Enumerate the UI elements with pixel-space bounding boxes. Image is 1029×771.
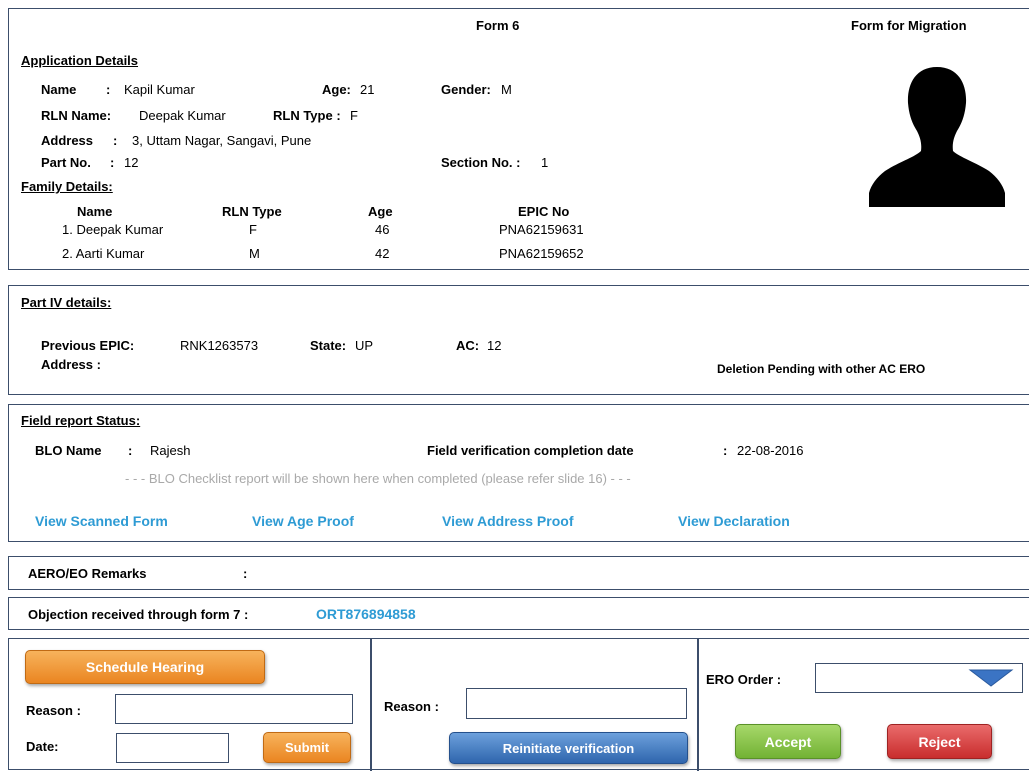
state-value: UP — [355, 338, 374, 353]
chevron-down-icon[interactable] — [968, 668, 1014, 688]
blo-name-label: BLO Name — [35, 443, 102, 458]
family-col-age: Age — [368, 204, 393, 219]
gender-value: M — [501, 82, 512, 97]
part-sep: : — [110, 155, 115, 170]
family-row-1-name: 1. Deepak Kumar — [62, 222, 164, 237]
age-value: 21 — [360, 82, 375, 97]
reinitiate-reason-input[interactable] — [466, 688, 687, 719]
family-row-2-name: 2. Aarti Kumar — [62, 246, 145, 261]
remarks-panel: AERO/EO Remarks : — [8, 556, 1029, 590]
blo-name-sep: : — [128, 443, 133, 458]
objection-label: Objection received through form 7 : — [28, 607, 249, 622]
application-heading: Application Details — [21, 53, 139, 68]
name-label: Name — [41, 82, 77, 97]
actions-panel: Schedule Hearing Reason : Date: Submit R… — [8, 638, 1029, 771]
gender-label: Gender: — [441, 82, 491, 97]
form-title: Form for Migration — [851, 18, 967, 33]
age-label: Age: — [322, 82, 351, 97]
completion-date-sep: : — [723, 443, 728, 458]
family-row-2-age: 42 — [375, 246, 390, 261]
family-col-rln-type: RLN Type — [222, 204, 282, 219]
accept-button[interactable]: Accept — [735, 724, 841, 759]
name-sep: : — [106, 82, 111, 97]
application-panel: Form 6 Form for Migration Application De… — [8, 8, 1029, 270]
part4-heading: Part IV details: — [21, 295, 112, 310]
ero-order-select[interactable] — [815, 663, 1023, 693]
actions-divider-2 — [697, 639, 699, 771]
family-col-name: Name — [77, 204, 113, 219]
view-address-proof-link[interactable]: View Address Proof — [442, 513, 573, 529]
form-number: Form 6 — [476, 18, 520, 33]
person-silhouette-icon — [867, 59, 1007, 207]
field-report-panel: Field report Status: BLO Name : Rajesh F… — [8, 404, 1029, 542]
ac-label: AC: — [456, 338, 480, 353]
schedule-hearing-button[interactable]: Schedule Hearing — [25, 650, 265, 684]
view-age-proof-link[interactable]: View Age Proof — [252, 513, 354, 529]
remarks-label: AERO/EO Remarks — [28, 566, 147, 581]
hearing-reason-label: Reason : — [26, 703, 81, 718]
reinitiate-reason-label: Reason : — [384, 699, 439, 714]
view-scanned-form-link[interactable]: View Scanned Form — [35, 513, 168, 529]
actions-divider-1 — [370, 639, 372, 771]
completion-date-value: 22-08-2016 — [737, 443, 804, 458]
deletion-status-note: Deletion Pending with other AC ERO — [717, 362, 926, 376]
prev-epic-value: RNK1263573 — [180, 338, 259, 353]
rln-name-value: Deepak Kumar — [139, 108, 226, 123]
blo-checklist-note: - - - BLO Checklist report will be shown… — [125, 471, 631, 486]
section-label: Section No. : — [441, 155, 521, 170]
address-label: Address — [41, 133, 94, 148]
remarks-sep: : — [243, 566, 248, 581]
state-label: State: — [310, 338, 347, 353]
view-declaration-link[interactable]: View Declaration — [678, 513, 790, 529]
address-value: 3, Uttam Nagar, Sangavi, Pune — [132, 133, 312, 148]
objection-value[interactable]: ORT876894858 — [316, 606, 416, 622]
family-row-1-epic: PNA62159631 — [499, 222, 584, 237]
completion-date-label: Field verification completion date — [427, 443, 634, 458]
hearing-date-label: Date: — [26, 739, 59, 754]
part4-panel: Part IV details: Previous EPIC: RNK12635… — [8, 285, 1029, 395]
hearing-date-input[interactable] — [116, 733, 229, 763]
rln-name-label: RLN Name: — [41, 108, 112, 123]
reinitiate-verification-button[interactable]: Reinitiate verification — [449, 732, 688, 764]
part-value: 12 — [124, 155, 139, 170]
family-row-2-rln-type: M — [249, 246, 260, 261]
ac-value: 12 — [487, 338, 502, 353]
hearing-reason-input[interactable] — [115, 694, 353, 724]
part4-address-label: Address : — [41, 357, 101, 372]
name-value: Kapil Kumar — [124, 82, 195, 97]
family-row-1-age: 46 — [375, 222, 390, 237]
family-heading: Family Details: — [21, 179, 113, 194]
section-value: 1 — [541, 155, 549, 170]
field-report-heading: Field report Status: — [21, 413, 141, 428]
address-sep: : — [113, 133, 118, 148]
objection-panel: Objection received through form 7 : ORT8… — [8, 597, 1029, 630]
submit-button[interactable]: Submit — [263, 732, 351, 763]
blo-name-value: Rajesh — [150, 443, 191, 458]
rln-type-value: F — [350, 108, 358, 123]
family-col-epic: EPIC No — [518, 204, 570, 219]
prev-epic-label: Previous EPIC: — [41, 338, 135, 353]
family-row-1-rln-type: F — [249, 222, 257, 237]
rln-type-label: RLN Type : — [273, 108, 341, 123]
part-label: Part No. — [41, 155, 91, 170]
reject-button[interactable]: Reject — [887, 724, 992, 759]
family-row-2-epic: PNA62159652 — [499, 246, 584, 261]
ero-order-label: ERO Order : — [706, 672, 782, 687]
